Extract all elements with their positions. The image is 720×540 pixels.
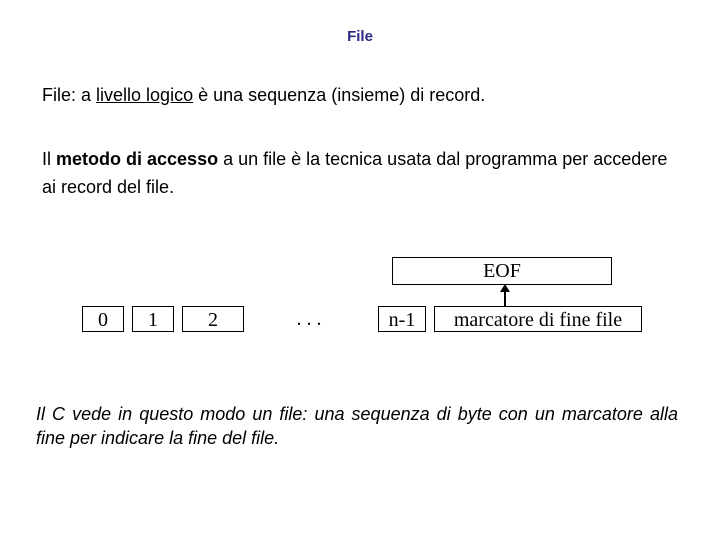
paragraph-c-view: Il C vede in questo modo un file: una se… bbox=[36, 402, 678, 451]
cell-marker: marcatore di fine file bbox=[434, 306, 642, 332]
text: File: a bbox=[42, 85, 96, 105]
cell-ellipsis: . . . bbox=[280, 306, 338, 332]
text: Il bbox=[42, 149, 56, 169]
arrow-up-icon bbox=[499, 284, 511, 306]
paragraph-access-method: Il metodo di accesso a un file è la tecn… bbox=[42, 146, 670, 202]
eof-box: EOF bbox=[392, 257, 612, 285]
cell-2: 2 bbox=[182, 306, 244, 332]
cell-0: 0 bbox=[82, 306, 124, 332]
cell-n-1: n-1 bbox=[378, 306, 426, 332]
underlined-text: livello logico bbox=[96, 85, 193, 105]
file-diagram: EOF 0 1 2 . . . n-1 marcatore di fine fi… bbox=[0, 257, 720, 367]
page-title: File bbox=[0, 0, 720, 45]
text: è una sequenza (insieme) di record. bbox=[193, 85, 485, 105]
bold-text: metodo di accesso bbox=[56, 149, 218, 169]
cell-1: 1 bbox=[132, 306, 174, 332]
paragraph-definition: File: a livello logico è una sequenza (i… bbox=[42, 83, 720, 108]
